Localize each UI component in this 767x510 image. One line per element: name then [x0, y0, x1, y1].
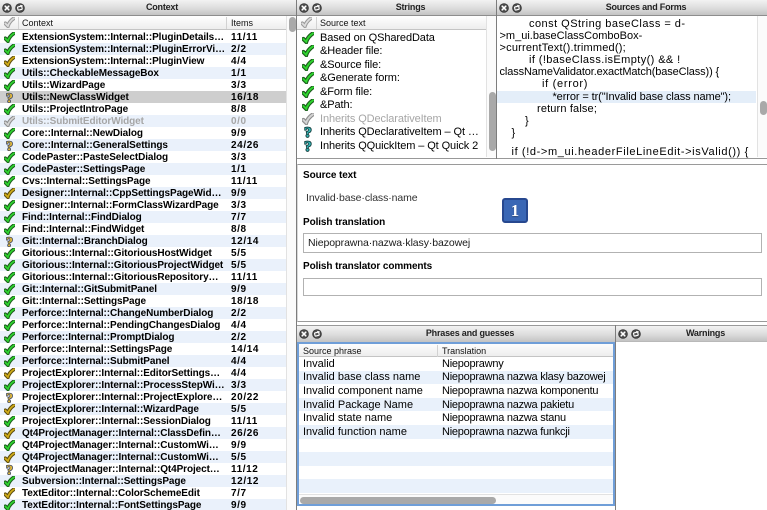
- svg-text:?: ?: [6, 236, 13, 247]
- svg-text:?: ?: [6, 392, 13, 403]
- svg-text:?: ?: [304, 140, 311, 152]
- svg-text:?: ?: [6, 464, 13, 475]
- svg-text:?: ?: [6, 140, 13, 151]
- svg-text:?: ?: [304, 126, 311, 138]
- svg-text:?: ?: [6, 92, 13, 103]
